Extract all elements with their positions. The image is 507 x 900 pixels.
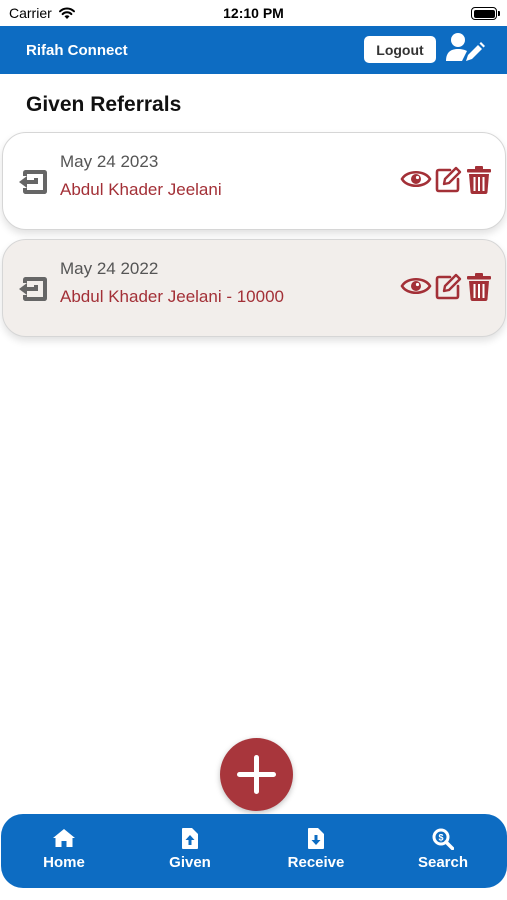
nav-given[interactable]: Given <box>140 814 240 888</box>
referral-share-icon <box>19 277 47 301</box>
logout-button[interactable]: Logout <box>364 36 436 63</box>
referral-date: May 24 2023 <box>60 152 159 171</box>
home-icon <box>53 829 75 847</box>
status-bar: Carrier 12:10 PM <box>0 0 507 26</box>
referral-card[interactable]: May 24 2023 Abdul Khader Jeelani <box>2 132 506 230</box>
referral-name: Abdul Khader Jeelani - 10000 <box>60 287 284 306</box>
referral-name: Abdul Khader Jeelani <box>60 180 222 199</box>
referral-card[interactable]: May 24 2022 Abdul Khader Jeelani - 10000 <box>2 239 506 337</box>
bottom-nav: Home Given Receive $ Search <box>1 814 507 888</box>
app-title: Rifah Connect <box>26 42 128 59</box>
search-dollar-icon: $ <box>432 828 454 850</box>
eye-icon[interactable] <box>400 272 432 300</box>
add-referral-button[interactable] <box>220 738 293 811</box>
trash-icon[interactable] <box>466 165 492 195</box>
eye-icon[interactable] <box>400 165 432 193</box>
edit-icon[interactable] <box>434 271 462 301</box>
status-time: 12:10 PM <box>223 5 284 21</box>
battery-icon <box>471 7 500 20</box>
nav-given-label: Given <box>169 854 211 871</box>
page-title: Given Referrals <box>26 93 182 116</box>
plus-icon <box>237 755 276 794</box>
nav-search[interactable]: $ Search <box>393 814 493 888</box>
user-edit-icon[interactable] <box>445 30 485 66</box>
edit-icon[interactable] <box>434 164 462 194</box>
trash-icon[interactable] <box>466 272 492 302</box>
nav-receive-label: Receive <box>287 854 345 871</box>
nav-home-label: Home <box>43 854 85 871</box>
nav-receive[interactable]: Receive <box>266 814 366 888</box>
app-header: Rifah Connect Logout <box>0 26 507 74</box>
file-download-icon <box>308 828 324 849</box>
referral-date: May 24 2022 <box>60 259 159 278</box>
nav-home[interactable]: Home <box>14 814 114 888</box>
file-upload-icon <box>182 828 198 849</box>
svg-text:$: $ <box>438 833 443 843</box>
nav-search-label: Search <box>417 854 469 871</box>
referral-share-icon <box>19 170 47 194</box>
